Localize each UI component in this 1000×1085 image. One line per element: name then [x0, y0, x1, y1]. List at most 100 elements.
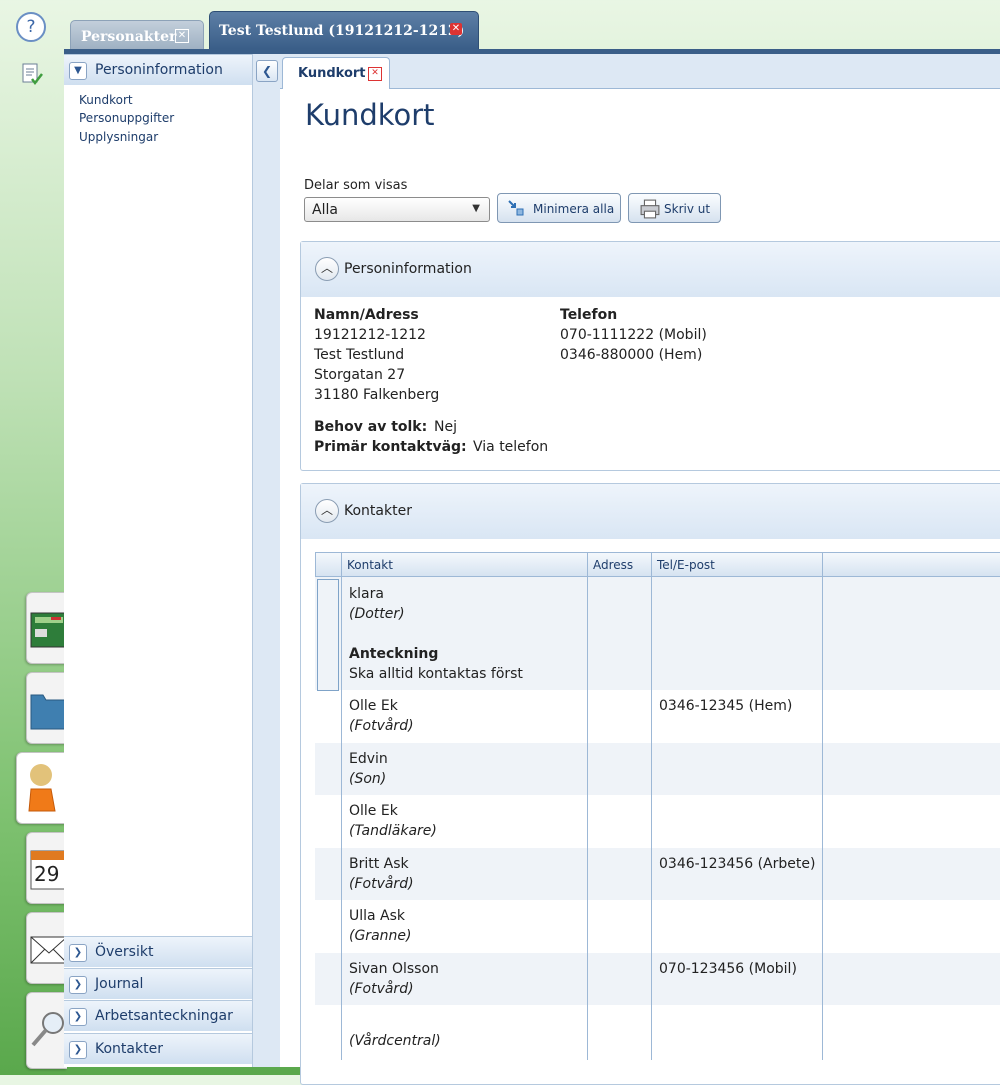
chevron-down-icon: ▼: [69, 62, 87, 80]
contact-name: klara: [349, 586, 384, 602]
contact-role: (Fotvård): [349, 981, 414, 997]
contact-name: Ulla Ask: [349, 908, 406, 924]
phone-mobile: 070-1111222 (Mobil): [560, 327, 707, 343]
close-icon[interactable]: ✕: [450, 23, 462, 35]
document-check-icon[interactable]: [20, 62, 44, 86]
contact-role: (Vårdcentral): [349, 1033, 441, 1049]
column-divider: [822, 552, 823, 1060]
tab-kundkort[interactable]: Kundkort ✕: [282, 57, 390, 89]
contact-tel: 070-123456 (Mobil): [659, 961, 797, 977]
accordion-journal[interactable]: ❯ Journal: [64, 968, 252, 999]
close-icon[interactable]: ✕: [368, 67, 382, 81]
personinformation-section-title: Personinformation: [344, 261, 472, 277]
kontakter-section: ︿ Kontakter Kontakt Adress Tel/E-post kl…: [300, 483, 1000, 1085]
accordion-oversikt-label: Översikt: [95, 944, 154, 960]
phone-home: 0346-880000 (Hem): [560, 347, 703, 363]
contact-role: (Son): [349, 771, 387, 787]
minimize-all-label: Minimera alla: [533, 202, 615, 216]
nav-link-personuppgifter[interactable]: Personuppgifter: [79, 111, 174, 125]
minimize-icon: [508, 200, 524, 216]
parts-shown-value: Alla: [312, 202, 338, 218]
table-row[interactable]: Ulla Ask (Granne): [315, 900, 1000, 953]
accordion-arbetsanteckningar[interactable]: ❯ Arbetsanteckningar: [64, 1000, 252, 1031]
nav-link-kundkort[interactable]: Kundkort: [79, 93, 133, 107]
table-row[interactable]: Olle Ek (Fotvård) 0346-12345 (Hem): [315, 690, 1000, 743]
accordion-oversikt[interactable]: ❯ Översikt: [64, 936, 252, 967]
accordion-arbetsanteckningar-label: Arbetsanteckningar: [95, 1008, 233, 1024]
contact-way-value: Via telefon: [473, 439, 549, 455]
printer-icon: [640, 199, 660, 219]
interpreter-label: Behov av tolk:: [314, 419, 428, 435]
column-header-tel[interactable]: Tel/E-post: [657, 558, 715, 572]
note-text: Ska alltid kontaktas först: [349, 666, 523, 682]
chevron-up-icon[interactable]: ︿: [315, 499, 339, 523]
dock-person-button[interactable]: [16, 752, 67, 824]
dock-search-button[interactable]: [26, 992, 67, 1069]
contact-role: (Fotvård): [349, 876, 414, 892]
kontakter-section-header[interactable]: ︿ Kontakter: [301, 484, 1000, 539]
minimize-all-button[interactable]: Minimera alla: [497, 193, 621, 223]
tab-personakter[interactable]: Personakter ✕: [70, 20, 204, 50]
personinformation-section-header[interactable]: ︿ Personinformation: [301, 242, 1000, 297]
contact-role: (Tandläkare): [349, 823, 437, 839]
accordion-personinformation[interactable]: ▼ Personinformation: [64, 54, 252, 85]
chevron-left-icon: ❮: [261, 64, 273, 78]
table-row[interactable]: (Vårdcentral): [315, 1005, 1000, 1060]
parts-shown-select[interactable]: Alla ▼: [304, 197, 490, 222]
tab-test-testlund-label: Test Testlund (19121212-1212): [219, 23, 465, 39]
table-row[interactable]: klara (Dotter) Anteckning Ska alltid kon…: [315, 577, 1000, 690]
contact-way-label: Primär kontaktväg:: [314, 439, 467, 455]
row-selector[interactable]: [317, 579, 339, 691]
tab-kundkort-label: Kundkort: [298, 66, 366, 81]
page-title: Kundkort: [305, 98, 435, 132]
contact-name: Edvin: [349, 751, 388, 767]
left-navigation-panel: ▼ Personinformation Kundkort Personuppgi…: [64, 54, 253, 1067]
print-label: Skriv ut: [664, 202, 711, 216]
svg-text:29: 29: [34, 862, 59, 886]
column-divider: [341, 552, 342, 1060]
print-button[interactable]: Skriv ut: [628, 193, 721, 223]
table-row[interactable]: Edvin (Son): [315, 743, 1000, 795]
panel-splitter[interactable]: [253, 54, 280, 1067]
contact-role: (Dotter): [349, 606, 405, 622]
column-header-adress[interactable]: Adress: [593, 558, 633, 572]
note-label: Anteckning: [349, 646, 439, 662]
contact-role: (Granne): [349, 928, 412, 944]
accordion-kontakter[interactable]: ❯ Kontakter: [64, 1033, 252, 1064]
column-header-kontakt[interactable]: Kontakt: [347, 558, 393, 572]
help-icon[interactable]: ?: [16, 12, 46, 42]
column-divider: [587, 552, 588, 1060]
contact-name: Sivan Olsson: [349, 961, 439, 977]
contact-role: (Fotvård): [349, 718, 414, 734]
nav-link-upplysningar[interactable]: Upplysningar: [79, 130, 158, 144]
table-row[interactable]: Olle Ek (Tandläkare): [315, 795, 1000, 848]
dropdown-arrow-icon: ▼: [472, 203, 480, 214]
close-icon[interactable]: ✕: [175, 29, 189, 43]
personinformation-section: ︿ Personinformation Namn/Adress 19121212…: [300, 241, 1000, 471]
postal-city: 31180 Falkenberg: [314, 387, 440, 403]
chevron-up-icon[interactable]: ︿: [315, 257, 339, 281]
table-row[interactable]: Sivan Olsson (Fotvård) 070-123456 (Mobil…: [315, 953, 1000, 1005]
dock-calendar-button[interactable]: 29: [26, 832, 67, 904]
contacts-table-header: Kontakt Adress Tel/E-post: [315, 552, 1000, 577]
contact-name: Olle Ek: [349, 803, 398, 819]
folder-icon: [30, 694, 67, 730]
chevron-right-icon: ❯: [69, 1008, 87, 1026]
table-row[interactable]: Britt Ask (Fotvård) 0346-123456 (Arbete): [315, 848, 1000, 900]
name-address-heading: Namn/Adress: [314, 307, 419, 323]
phone-heading: Telefon: [560, 307, 618, 323]
main-content: Kundkort ✕ Kundkort Delar som visas Alla…: [280, 54, 1000, 1085]
dock-overview-button[interactable]: [26, 592, 67, 664]
subtab-strip: Kundkort ✕: [280, 54, 1000, 89]
collapse-panel-button[interactable]: ❮: [256, 60, 278, 82]
chevron-right-icon: ❯: [69, 944, 87, 962]
dock-messages-button[interactable]: [26, 912, 67, 984]
tab-personakter-label: Personakter: [81, 29, 177, 45]
tab-test-testlund[interactable]: Test Testlund (19121212-1212) ✕: [209, 11, 479, 50]
column-divider: [651, 552, 652, 1060]
contact-name: Olle Ek: [349, 698, 398, 714]
accordion-personinformation-label: Personinformation: [95, 62, 223, 78]
kontakter-section-title: Kontakter: [344, 503, 412, 519]
dock-folder-button[interactable]: [26, 672, 67, 744]
chevron-right-icon: ❯: [69, 976, 87, 994]
